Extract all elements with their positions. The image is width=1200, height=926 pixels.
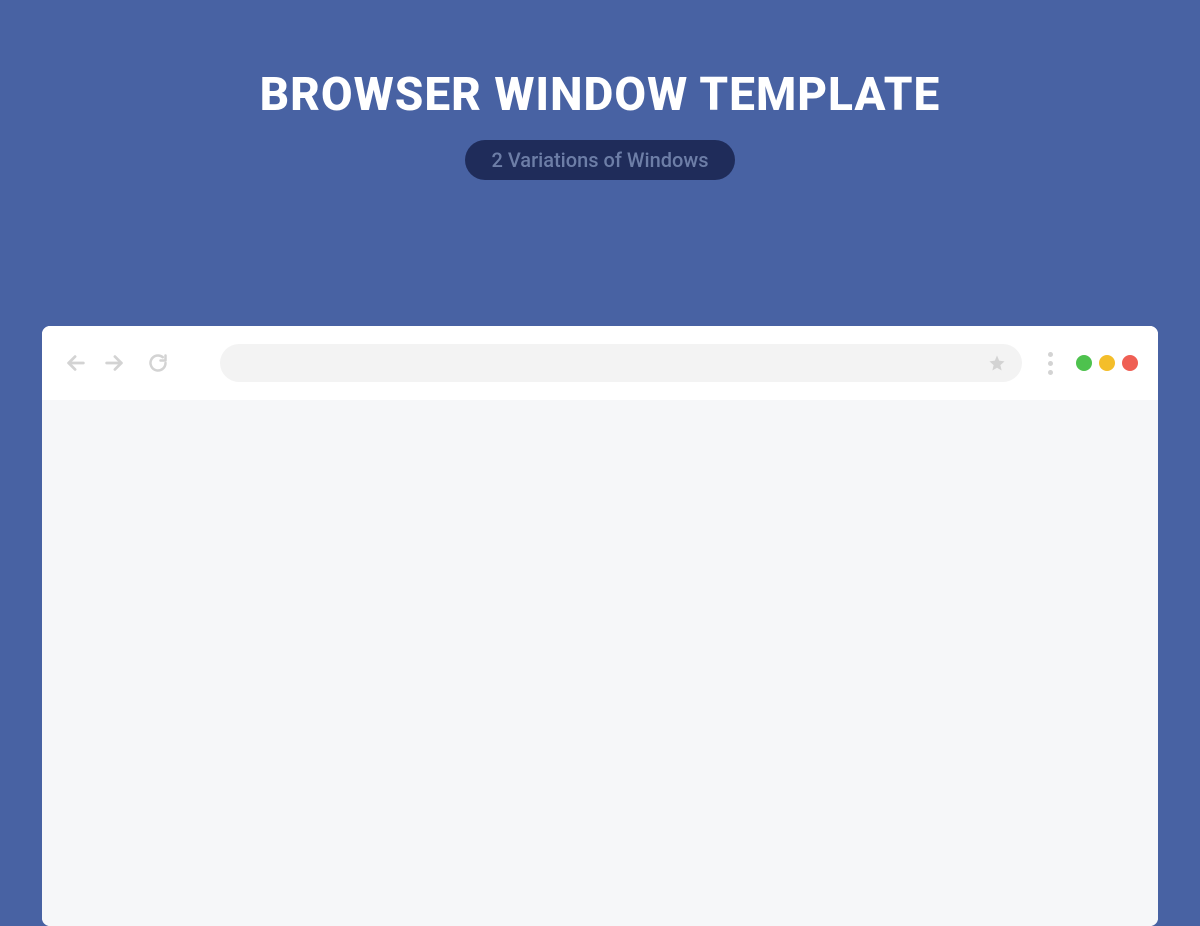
more-menu-icon[interactable] [1040,352,1060,375]
minimize-button[interactable] [1076,355,1092,371]
forward-icon[interactable] [100,349,128,377]
browser-content-area [42,400,1158,926]
window-controls [1076,355,1138,371]
close-button[interactable] [1122,355,1138,371]
browser-window [42,326,1158,926]
subtitle-badge: 2 Variations of Windows [465,140,734,180]
address-bar[interactable] [220,344,1022,382]
browser-toolbar [42,326,1158,400]
maximize-button[interactable] [1099,355,1115,371]
back-icon[interactable] [62,349,90,377]
reload-icon[interactable] [144,349,172,377]
bookmark-star-icon[interactable] [988,354,1006,372]
page-title: BROWSER WINDOW TEMPLATE [0,68,1200,122]
